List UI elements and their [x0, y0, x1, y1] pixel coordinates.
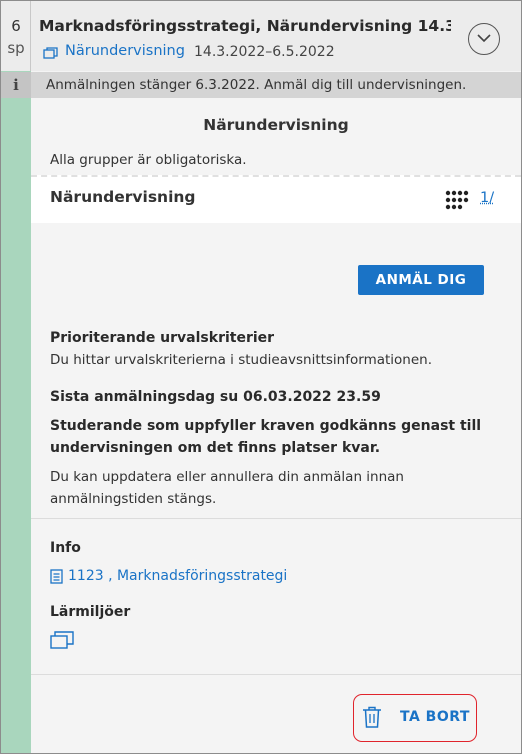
- criteria-title: Prioriterande urvalskriterier: [50, 330, 275, 346]
- info-panel: Info 1123 , Marknadsföringsstrategi Lärm…: [31, 519, 521, 675]
- info-bar-text: Anmälningen stänger 6.3.2022. Anmäl dig …: [46, 77, 467, 93]
- credits-strip: 6 sp: [1, 1, 31, 753]
- teaching-dates: 14.3.2022–6.5.2022: [194, 44, 335, 60]
- chevron-down-icon: [477, 34, 491, 43]
- course-title: Marknadsföringsstrategi, Närundervisning…: [39, 17, 451, 35]
- credits-unit: sp: [7, 39, 25, 57]
- criteria-text: Du hittar urvalskriterierna i studieavsn…: [50, 352, 433, 368]
- info-title: Info: [50, 540, 81, 556]
- remove-button-label: TA BORT: [400, 709, 470, 725]
- learning-environments-title: Lärmiljöer: [50, 604, 131, 620]
- signup-button[interactable]: ANMÄL DIG: [358, 265, 484, 295]
- section-heading: Närundervisning: [203, 116, 349, 134]
- acceptance-text-line2: undervisningen om det finns platser kvar…: [50, 440, 381, 456]
- info-bar: i Anmälningen stänger 6.3.2022. Anmäl di…: [1, 72, 521, 98]
- group-row: Närundervisning 1/: [31, 175, 521, 223]
- course-card: 6 sp Marknadsföringsstrategi, Närundervi…: [0, 0, 522, 754]
- card-footer: TA BORT: [31, 675, 521, 753]
- dots-grid-icon: [445, 190, 469, 210]
- acceptance-text-line1: Studerande som uppfyller kraven godkänns…: [50, 418, 482, 434]
- trash-icon: [363, 706, 381, 728]
- course-info-link[interactable]: 1123 , Marknadsföringsstrategi: [68, 568, 287, 584]
- teaching-type-link[interactable]: Närundervisning: [65, 43, 185, 59]
- groups-note: Alla grupper är obligatoriska.: [50, 152, 247, 168]
- credits-number: 6: [11, 17, 21, 35]
- group-count-link[interactable]: 1/: [480, 190, 494, 206]
- update-text-line2: anmälningstiden stängs.: [50, 491, 217, 507]
- update-text-line1: Du kan uppdatera eller annullera din anm…: [50, 469, 404, 485]
- learning-environment-icon[interactable]: [50, 631, 74, 649]
- expand-button[interactable]: [468, 23, 500, 55]
- teaching-type-icon: [43, 45, 59, 59]
- group-name: Närundervisning: [50, 188, 196, 206]
- signup-deadline: Sista anmälningsdag su 06.03.2022 23.59: [50, 389, 381, 405]
- document-icon: [50, 569, 63, 584]
- card-content: Närundervisning Alla grupper är obligato…: [31, 98, 521, 753]
- remove-button[interactable]: TA BORT: [353, 694, 477, 742]
- signup-panel: ANMÄL DIG Prioriterande urvalskriterier …: [31, 223, 521, 519]
- info-icon: i: [1, 72, 31, 98]
- credits-box: 6 sp: [1, 1, 31, 71]
- course-header: Marknadsföringsstrategi, Närundervisning…: [31, 1, 521, 71]
